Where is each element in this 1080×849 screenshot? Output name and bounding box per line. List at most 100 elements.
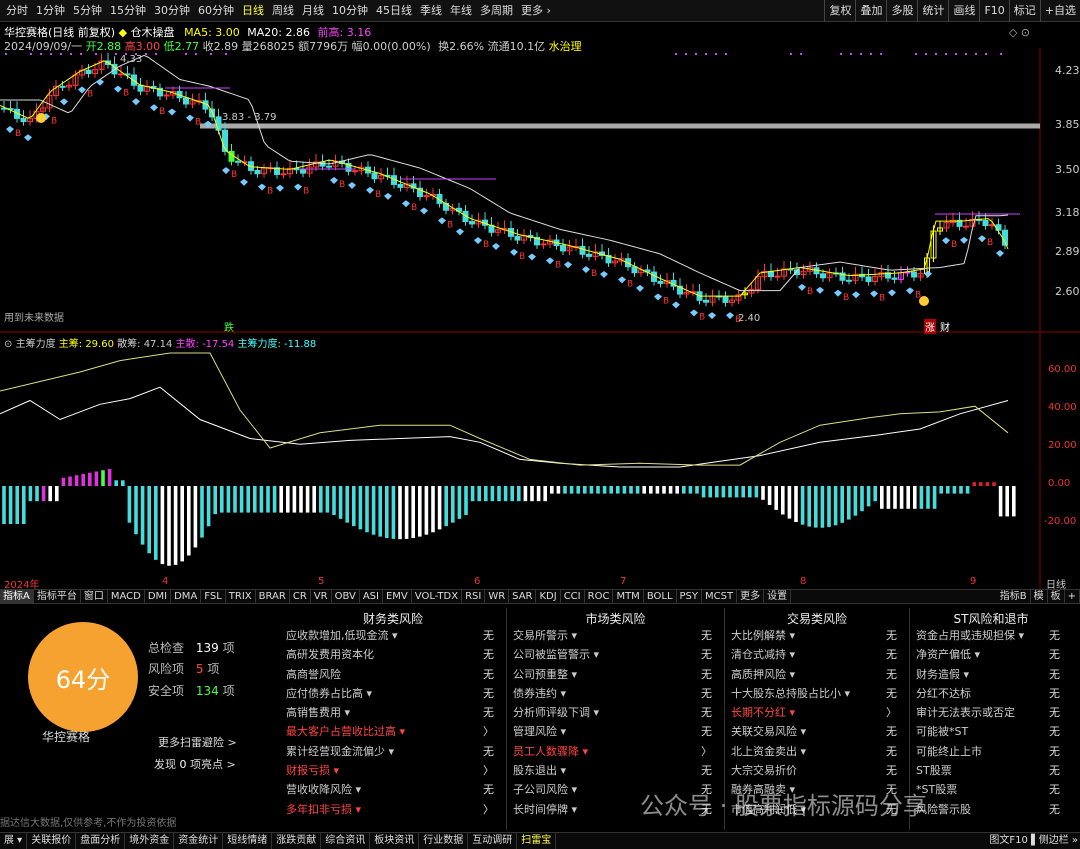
risk-item[interactable]: 债券违约 ▾ 无	[513, 684, 720, 703]
bottom-tab-3[interactable]: 境外资金	[125, 833, 175, 849]
period-tab-10[interactable]: 45日线	[372, 1, 416, 21]
indicator-tab-17[interactable]: SAR	[509, 590, 537, 603]
period-tab-11[interactable]: 季线	[416, 1, 446, 21]
indicator-tab-7[interactable]: TRIX	[226, 590, 256, 603]
bottom-tab-8[interactable]: 板块资讯	[370, 833, 420, 849]
bottom-tab-9[interactable]: 行业数据	[419, 833, 469, 849]
risk-item[interactable]: 可能被*ST 无	[916, 722, 1068, 741]
indicator-tab-10[interactable]: VR	[311, 590, 332, 603]
risk-item[interactable]: 可能终止上市 无	[916, 742, 1068, 761]
risk-item[interactable]: 员工人数骤降 ▾ 〉	[513, 742, 720, 761]
risk-item[interactable]: 十大股东总持股占比小 ▾ 无	[731, 684, 905, 703]
toolbar-btn-1[interactable]: 叠加	[855, 0, 886, 22]
toolbar-btn-6[interactable]: 标记	[1008, 0, 1040, 22]
indicator-tab-1[interactable]: 指标平台	[34, 590, 81, 603]
risk-item[interactable]: 公司被监管警示 ▾ 无	[513, 645, 720, 664]
indicator-tab-22[interactable]: BOLL	[644, 590, 677, 603]
indicator-tab-23[interactable]: PSY	[677, 590, 703, 603]
risk-item[interactable]: 财务造假 ▾ 无	[916, 665, 1068, 684]
risk-item[interactable]: 关联交易风险 ▾ 无	[731, 722, 905, 741]
period-tab-12[interactable]: 年线	[446, 1, 476, 21]
risk-item[interactable]: 应收款增加,低现金流 ▾ 无	[286, 626, 502, 645]
risk-item[interactable]: 大宗交易折价 无	[731, 761, 905, 780]
period-tab-3[interactable]: 15分钟	[106, 1, 150, 21]
kline-chart[interactable]: BBB BBBBB BBBBBBBBBBBB BBB B BB B	[0, 48, 1080, 589]
period-tab-2[interactable]: 5分钟	[69, 1, 106, 21]
highlights-link[interactable]: 发现 0 项亮点 >	[154, 756, 236, 772]
toolbar-btn-7[interactable]: +自选	[1039, 0, 1080, 22]
period-tab-6[interactable]: 日线	[238, 1, 268, 21]
indicator-tab-14[interactable]: VOL-TDX	[412, 590, 463, 603]
bottom-tab-6[interactable]: 涨跌贡献	[272, 833, 322, 849]
risk-item[interactable]: 财报亏损 ▾ 〉	[286, 761, 502, 780]
toolbar-btn-2[interactable]: 多股	[886, 0, 917, 22]
indicator-tab-24[interactable]: MCST	[702, 590, 738, 603]
risk-item[interactable]: 管理风险 ▾ 无	[513, 722, 720, 741]
indicator-tab-right-1[interactable]: 模	[1031, 590, 1048, 603]
risk-item[interactable]: *ST股票无	[916, 780, 1068, 799]
risk-item[interactable]: 净资产偏低 ▾ 无	[916, 645, 1068, 664]
risk-item[interactable]: 清仓式减持 ▾ 无	[731, 645, 905, 664]
chart-controls[interactable]: ◇ ⊙	[1009, 26, 1030, 39]
indicator-tab-13[interactable]: EMV	[383, 590, 412, 603]
risk-item[interactable]: 股东退出 ▾ 无	[513, 761, 720, 780]
indicator-tab-26[interactable]: 设置	[764, 590, 792, 603]
period-tab-1[interactable]: 1分钟	[32, 1, 69, 21]
indicator-tab-19[interactable]: CCI	[561, 590, 585, 603]
period-tab-9[interactable]: 10分钟	[328, 1, 372, 21]
risk-item[interactable]: 交易所警示 ▾ 无	[513, 626, 720, 645]
indicator-tab-5[interactable]: DMA	[171, 590, 202, 603]
risk-item[interactable]: 高质押风险 ▾ 无	[731, 665, 905, 684]
period-tab-8[interactable]: 月线	[298, 1, 328, 21]
risk-item[interactable]: 多年扣非亏损 ▾ 〉	[286, 800, 502, 819]
more-scan-link[interactable]: 更多扫雷避险 >	[158, 734, 237, 750]
indicator-tab-right-3[interactable]: +	[1065, 590, 1080, 603]
toolbar-btn-3[interactable]: 统计	[917, 0, 948, 22]
bottom-tab-7[interactable]: 综合资讯	[321, 833, 371, 849]
indicator-tab-9[interactable]: CR	[290, 590, 311, 603]
risk-item[interactable]: 应付债券占比高 ▾ 无	[286, 684, 502, 703]
indicator-tab-25[interactable]: 更多	[737, 590, 765, 603]
risk-item[interactable]: 长期不分红 ▾ 〉	[731, 703, 905, 722]
indicator-tab-16[interactable]: WR	[485, 590, 510, 603]
risk-item[interactable]: 营收收降风险 ▾ 无	[286, 780, 502, 799]
risk-item[interactable]: 审计无法表示或否定 无	[916, 703, 1068, 722]
risk-item[interactable]: 公司预重整 ▾ 无	[513, 665, 720, 684]
indicator-tab-20[interactable]: ROC	[585, 590, 614, 603]
indicator-tab-right-2[interactable]: 板	[1048, 590, 1065, 603]
bottom-tab-11[interactable]: 扫雷宝	[517, 833, 557, 849]
indicator-tab-18[interactable]: KDJ	[536, 590, 561, 603]
indicator-tab-2[interactable]: 窗口	[81, 590, 108, 603]
risk-item[interactable]: 高销售费用 ▾ 无	[286, 703, 502, 722]
risk-item[interactable]: 北上资金卖出 ▾ 无	[731, 742, 905, 761]
risk-item[interactable]: 大比例解禁 ▾ 无	[731, 626, 905, 645]
risk-item[interactable]: 高研发费用资本化 无	[286, 645, 502, 664]
period-tab-14[interactable]: 更多 ›	[517, 1, 555, 21]
indicator-tab-right-0[interactable]: 指标B	[997, 590, 1031, 603]
bottom-tab-0[interactable]: 展 ▾	[0, 833, 28, 849]
indicator-tab-4[interactable]: DMI	[145, 590, 172, 603]
period-tab-4[interactable]: 30分钟	[150, 1, 194, 21]
indicator-tab-11[interactable]: OBV	[332, 590, 360, 603]
risk-item[interactable]: 累计经营现金流偏少 ▾ 无	[286, 742, 502, 761]
risk-item[interactable]: 资金占用或违规担保 ▾ 无	[916, 626, 1068, 645]
bottom-tab-5[interactable]: 短线情绪	[223, 833, 273, 849]
indicator-tab-8[interactable]: BRAR	[256, 590, 290, 603]
toolbar-btn-0[interactable]: 复权	[824, 0, 855, 22]
indicator-tab-0[interactable]: 指标A	[0, 590, 34, 603]
bottom-tab-4[interactable]: 资金统计	[174, 833, 224, 849]
risk-item[interactable]: 分红不达标 无	[916, 684, 1068, 703]
risk-item[interactable]: ST股票 无	[916, 761, 1068, 780]
indicator-tab-12[interactable]: ASI	[360, 590, 383, 603]
toolbar-btn-4[interactable]: 画线	[948, 0, 979, 22]
risk-item[interactable]: 高商誉风险 无	[286, 665, 502, 684]
risk-item[interactable]: 最大客户占营收比过高 ▾ 〉	[286, 722, 502, 741]
period-tab-7[interactable]: 周线	[268, 1, 298, 21]
risk-item[interactable]: 风险警示股无	[916, 800, 1068, 819]
indicator-tab-21[interactable]: MTM	[613, 590, 644, 603]
period-tab-13[interactable]: 多周期	[476, 1, 517, 21]
bottom-tab-1[interactable]: 关联报价	[27, 833, 77, 849]
risk-item[interactable]: 分析师评级下调 ▾ 无	[513, 703, 720, 722]
period-tab-0[interactable]: 分时	[2, 1, 32, 21]
indicator-tab-6[interactable]: FSL	[201, 590, 226, 603]
